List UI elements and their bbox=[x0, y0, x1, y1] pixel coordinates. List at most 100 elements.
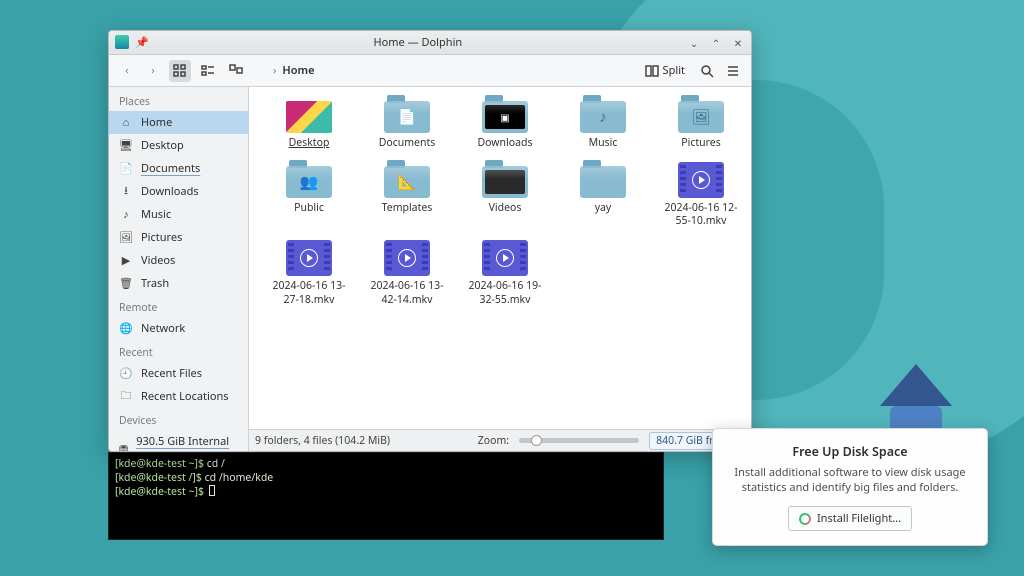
item-label: yay bbox=[595, 202, 612, 215]
folder-item[interactable]: ♪Music bbox=[561, 97, 645, 150]
folder-item[interactable]: Desktop bbox=[267, 97, 351, 150]
sidebar-item-label: Trash bbox=[141, 276, 169, 291]
zoom-slider[interactable] bbox=[519, 438, 639, 443]
file-item[interactable]: 2024-06-16 19-32-55.mkv bbox=[463, 240, 547, 306]
item-label: Public bbox=[294, 202, 324, 215]
item-label: Downloads bbox=[478, 137, 533, 150]
split-label: Split bbox=[663, 63, 685, 78]
sidebar-item-trash[interactable]: 🗑 Trash bbox=[109, 272, 248, 295]
sidebar-item-recent-files[interactable]: 🕘 Recent Files bbox=[109, 362, 248, 385]
folder-item[interactable]: 🖼 Pictures bbox=[659, 97, 743, 150]
maximize-button[interactable]: ⌃ bbox=[709, 36, 723, 50]
sidebar-item-label: 930.5 GiB Internal Drive (sda2) bbox=[136, 434, 238, 451]
folder-icon: 🖼 bbox=[678, 97, 724, 133]
file-item[interactable]: 2024-06-16 13-42-14.mkv bbox=[365, 240, 449, 306]
clock-folder-icon: 🗀 bbox=[119, 390, 133, 404]
terminal-panel[interactable]: [kde@kde-test ~]$ cd /[kde@kde-test /]$ … bbox=[108, 452, 664, 540]
terminal-line: [kde@kde-test /]$ cd /home/kde bbox=[115, 471, 657, 485]
trash-icon: 🗑 bbox=[119, 277, 133, 291]
video-file-icon bbox=[384, 240, 430, 276]
file-item[interactable]: 2024-06-16 12-55-10.mkv bbox=[659, 162, 743, 228]
close-button[interactable]: ✕ bbox=[731, 36, 745, 50]
minimize-button[interactable]: ⌄ bbox=[687, 36, 701, 50]
item-label: 2024-06-16 13-42-14.mkv bbox=[365, 280, 449, 306]
sidebar-item-documents[interactable]: 📄 Documents bbox=[109, 157, 248, 180]
disk-space-popup: Free Up Disk Space Install additional so… bbox=[712, 428, 988, 546]
drive-icon: ⛃ bbox=[119, 442, 128, 451]
breadcrumb-current[interactable]: Home bbox=[282, 63, 314, 78]
sidebar-item-label: Home bbox=[141, 115, 172, 130]
sidebar-item-label: Pictures bbox=[141, 230, 182, 245]
file-item[interactable]: 2024-06-16 13-27-18.mkv bbox=[267, 240, 351, 306]
sidebar-item-label: Recent Locations bbox=[141, 389, 229, 404]
documents-icon: 📄 bbox=[119, 162, 133, 176]
folder-icon bbox=[482, 162, 528, 198]
music-icon: ♪ bbox=[119, 208, 133, 222]
menu-button[interactable] bbox=[723, 61, 743, 81]
sidebar-item-pictures[interactable]: 🖼 Pictures bbox=[109, 226, 248, 249]
sidebar-item-label: Downloads bbox=[141, 184, 199, 199]
sidebar-item-desktop[interactable]: 🖥Desktop bbox=[109, 134, 248, 157]
view-details-button[interactable] bbox=[225, 60, 247, 82]
pictures-icon: 🖼 bbox=[119, 231, 133, 245]
places-sidebar[interactable]: Places ⌂ Home 🖥Desktop 📄 Documents ⭳ Downloads ♪… bbox=[109, 87, 249, 451]
view-icons-button[interactable] bbox=[169, 60, 191, 82]
folder-item[interactable]: 📄 Documents bbox=[365, 97, 449, 150]
sidebar-item-label: Documents bbox=[141, 161, 200, 176]
split-button[interactable]: Split bbox=[639, 60, 691, 81]
file-grid[interactable]: Desktop 📄 Documents ▣Downloads ♪Music 🖼 Pictur… bbox=[249, 87, 751, 429]
sidebar-section: Remote bbox=[109, 295, 248, 317]
folder-icon: 📄 bbox=[384, 97, 430, 133]
item-label: Pictures bbox=[681, 137, 720, 150]
item-label: Templates bbox=[382, 202, 433, 215]
video-file-icon bbox=[678, 162, 724, 198]
sidebar-section: Recent bbox=[109, 340, 248, 362]
window-title: Home — Dolphin bbox=[149, 35, 687, 50]
toolbar: ‹ › › Home Split bbox=[109, 55, 751, 87]
sidebar-item-label: Music bbox=[141, 207, 171, 222]
folder-item[interactable]: yay bbox=[561, 162, 645, 228]
nav-forward-button[interactable]: › bbox=[143, 61, 163, 81]
sidebar-item-label: Recent Files bbox=[141, 366, 202, 381]
downloads-icon: ⭳ bbox=[119, 185, 133, 199]
folder-item[interactable]: 📐 Templates bbox=[365, 162, 449, 228]
item-label: 2024-06-16 12-55-10.mkv bbox=[659, 202, 743, 228]
sidebar-item-network[interactable]: 🌐Network bbox=[109, 317, 248, 340]
terminal-prompt: [kde@kde-test ~]$ bbox=[115, 485, 207, 499]
item-label: Documents bbox=[379, 137, 436, 150]
view-compact-button[interactable] bbox=[197, 60, 219, 82]
sidebar-item-930-5-gib-internal-drive-sda2-[interactable]: ⛃ 930.5 GiB Internal Drive (sda2) bbox=[109, 430, 248, 451]
popup-title: Free Up Disk Space bbox=[729, 443, 971, 460]
install-filelight-button[interactable]: Install Filelight... bbox=[788, 506, 912, 531]
sidebar-section: Devices bbox=[109, 408, 248, 430]
sidebar-item-home[interactable]: ⌂ Home bbox=[109, 111, 248, 134]
folder-icon: 👥 bbox=[286, 162, 332, 198]
pin-icon[interactable]: 📌 bbox=[135, 35, 149, 50]
sidebar-section: Places bbox=[109, 89, 248, 111]
content-pane: Desktop 📄 Documents ▣Downloads ♪Music 🖼 Pictur… bbox=[249, 87, 751, 451]
terminal-line: [kde@kde-test ~]$ bbox=[115, 485, 657, 499]
folder-icon bbox=[286, 97, 332, 133]
sidebar-item-recent-locations[interactable]: 🗀 Recent Locations bbox=[109, 385, 248, 408]
terminal-prompt: [kde@kde-test /]$ bbox=[115, 471, 205, 485]
sidebar-item-downloads[interactable]: ⭳ Downloads bbox=[109, 180, 248, 203]
sidebar-item-music[interactable]: ♪ Music bbox=[109, 203, 248, 226]
folder-item[interactable]: ▣Downloads bbox=[463, 97, 547, 150]
search-button[interactable] bbox=[697, 61, 717, 81]
popup-action-label: Install Filelight... bbox=[817, 511, 901, 526]
chevron-right-icon: › bbox=[273, 63, 276, 78]
breadcrumb[interactable]: › Home bbox=[273, 63, 315, 78]
folder-item[interactable]: 👥 Public bbox=[267, 162, 351, 228]
clock-file-icon: 🕘 bbox=[119, 367, 133, 381]
terminal-prompt: [kde@kde-test ~]$ bbox=[115, 457, 207, 471]
sidebar-item-label: Videos bbox=[141, 253, 175, 268]
folder-icon: 📐 bbox=[384, 162, 430, 198]
nav-back-button[interactable]: ‹ bbox=[117, 61, 137, 81]
home-icon: ⌂ bbox=[119, 116, 133, 130]
statusbar: 9 folders, 4 files (104.2 MiB) Zoom: 840… bbox=[249, 429, 751, 451]
folder-item[interactable]: Videos bbox=[463, 162, 547, 228]
desktop-icon: 🖥 bbox=[119, 139, 133, 153]
terminal-cmd: cd /home/kde bbox=[205, 471, 274, 485]
sidebar-item-videos[interactable]: ▶Videos bbox=[109, 249, 248, 272]
titlebar[interactable]: 📌 Home — Dolphin ⌄ ⌃ ✕ bbox=[109, 31, 751, 55]
